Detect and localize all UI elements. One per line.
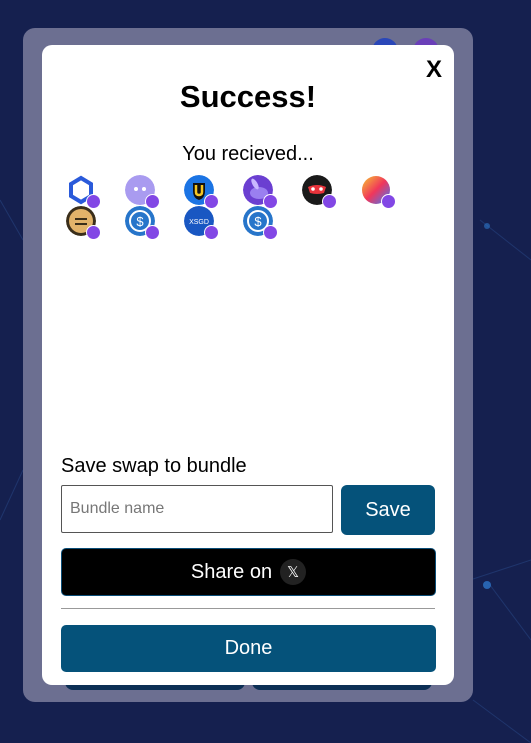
polygon-chain-icon [86, 225, 101, 240]
x-logo-icon: 𝕏 [280, 559, 307, 585]
rabbit-token-icon [243, 175, 278, 209]
received-subtitle: You recieved... [182, 143, 314, 165]
share-label: Share on [190, 560, 273, 583]
save-button[interactable]: Save [341, 485, 435, 535]
mask-token-icon [302, 175, 337, 209]
usdc-token-icon: $ [125, 206, 160, 240]
svg-text:$: $ [136, 214, 144, 229]
xsgd-token-icon: XSGD [184, 206, 219, 240]
ghost-token-icon [125, 175, 160, 209]
polygon-chain-icon [145, 225, 160, 240]
done-button[interactable]: Done [61, 625, 436, 672]
bundle-name-input[interactable] [61, 485, 333, 533]
divider [61, 608, 435, 609]
save-bundle-label: Save swap to bundle [61, 455, 247, 477]
svg-text:XSGD: XSGD [189, 219, 209, 226]
svg-text:$: $ [254, 214, 262, 229]
polygon-chain-icon [322, 194, 337, 209]
polygon-chain-icon [263, 225, 278, 240]
share-on-x-button[interactable]: Share on 𝕏 [61, 548, 436, 596]
success-modal: X Success! You recieved... $ XSGD $ Save… [42, 45, 454, 685]
polygon-chain-icon [204, 225, 219, 240]
polygon-chain-icon [381, 194, 396, 209]
shield-u-token-icon [184, 175, 219, 209]
rainbow-token-icon [361, 175, 396, 209]
usdc-alt-token-icon: $ [243, 206, 278, 240]
chainlink-token-icon [66, 175, 101, 209]
modal-title: Success! [179, 79, 317, 114]
gold-coin-token-icon [66, 206, 101, 240]
